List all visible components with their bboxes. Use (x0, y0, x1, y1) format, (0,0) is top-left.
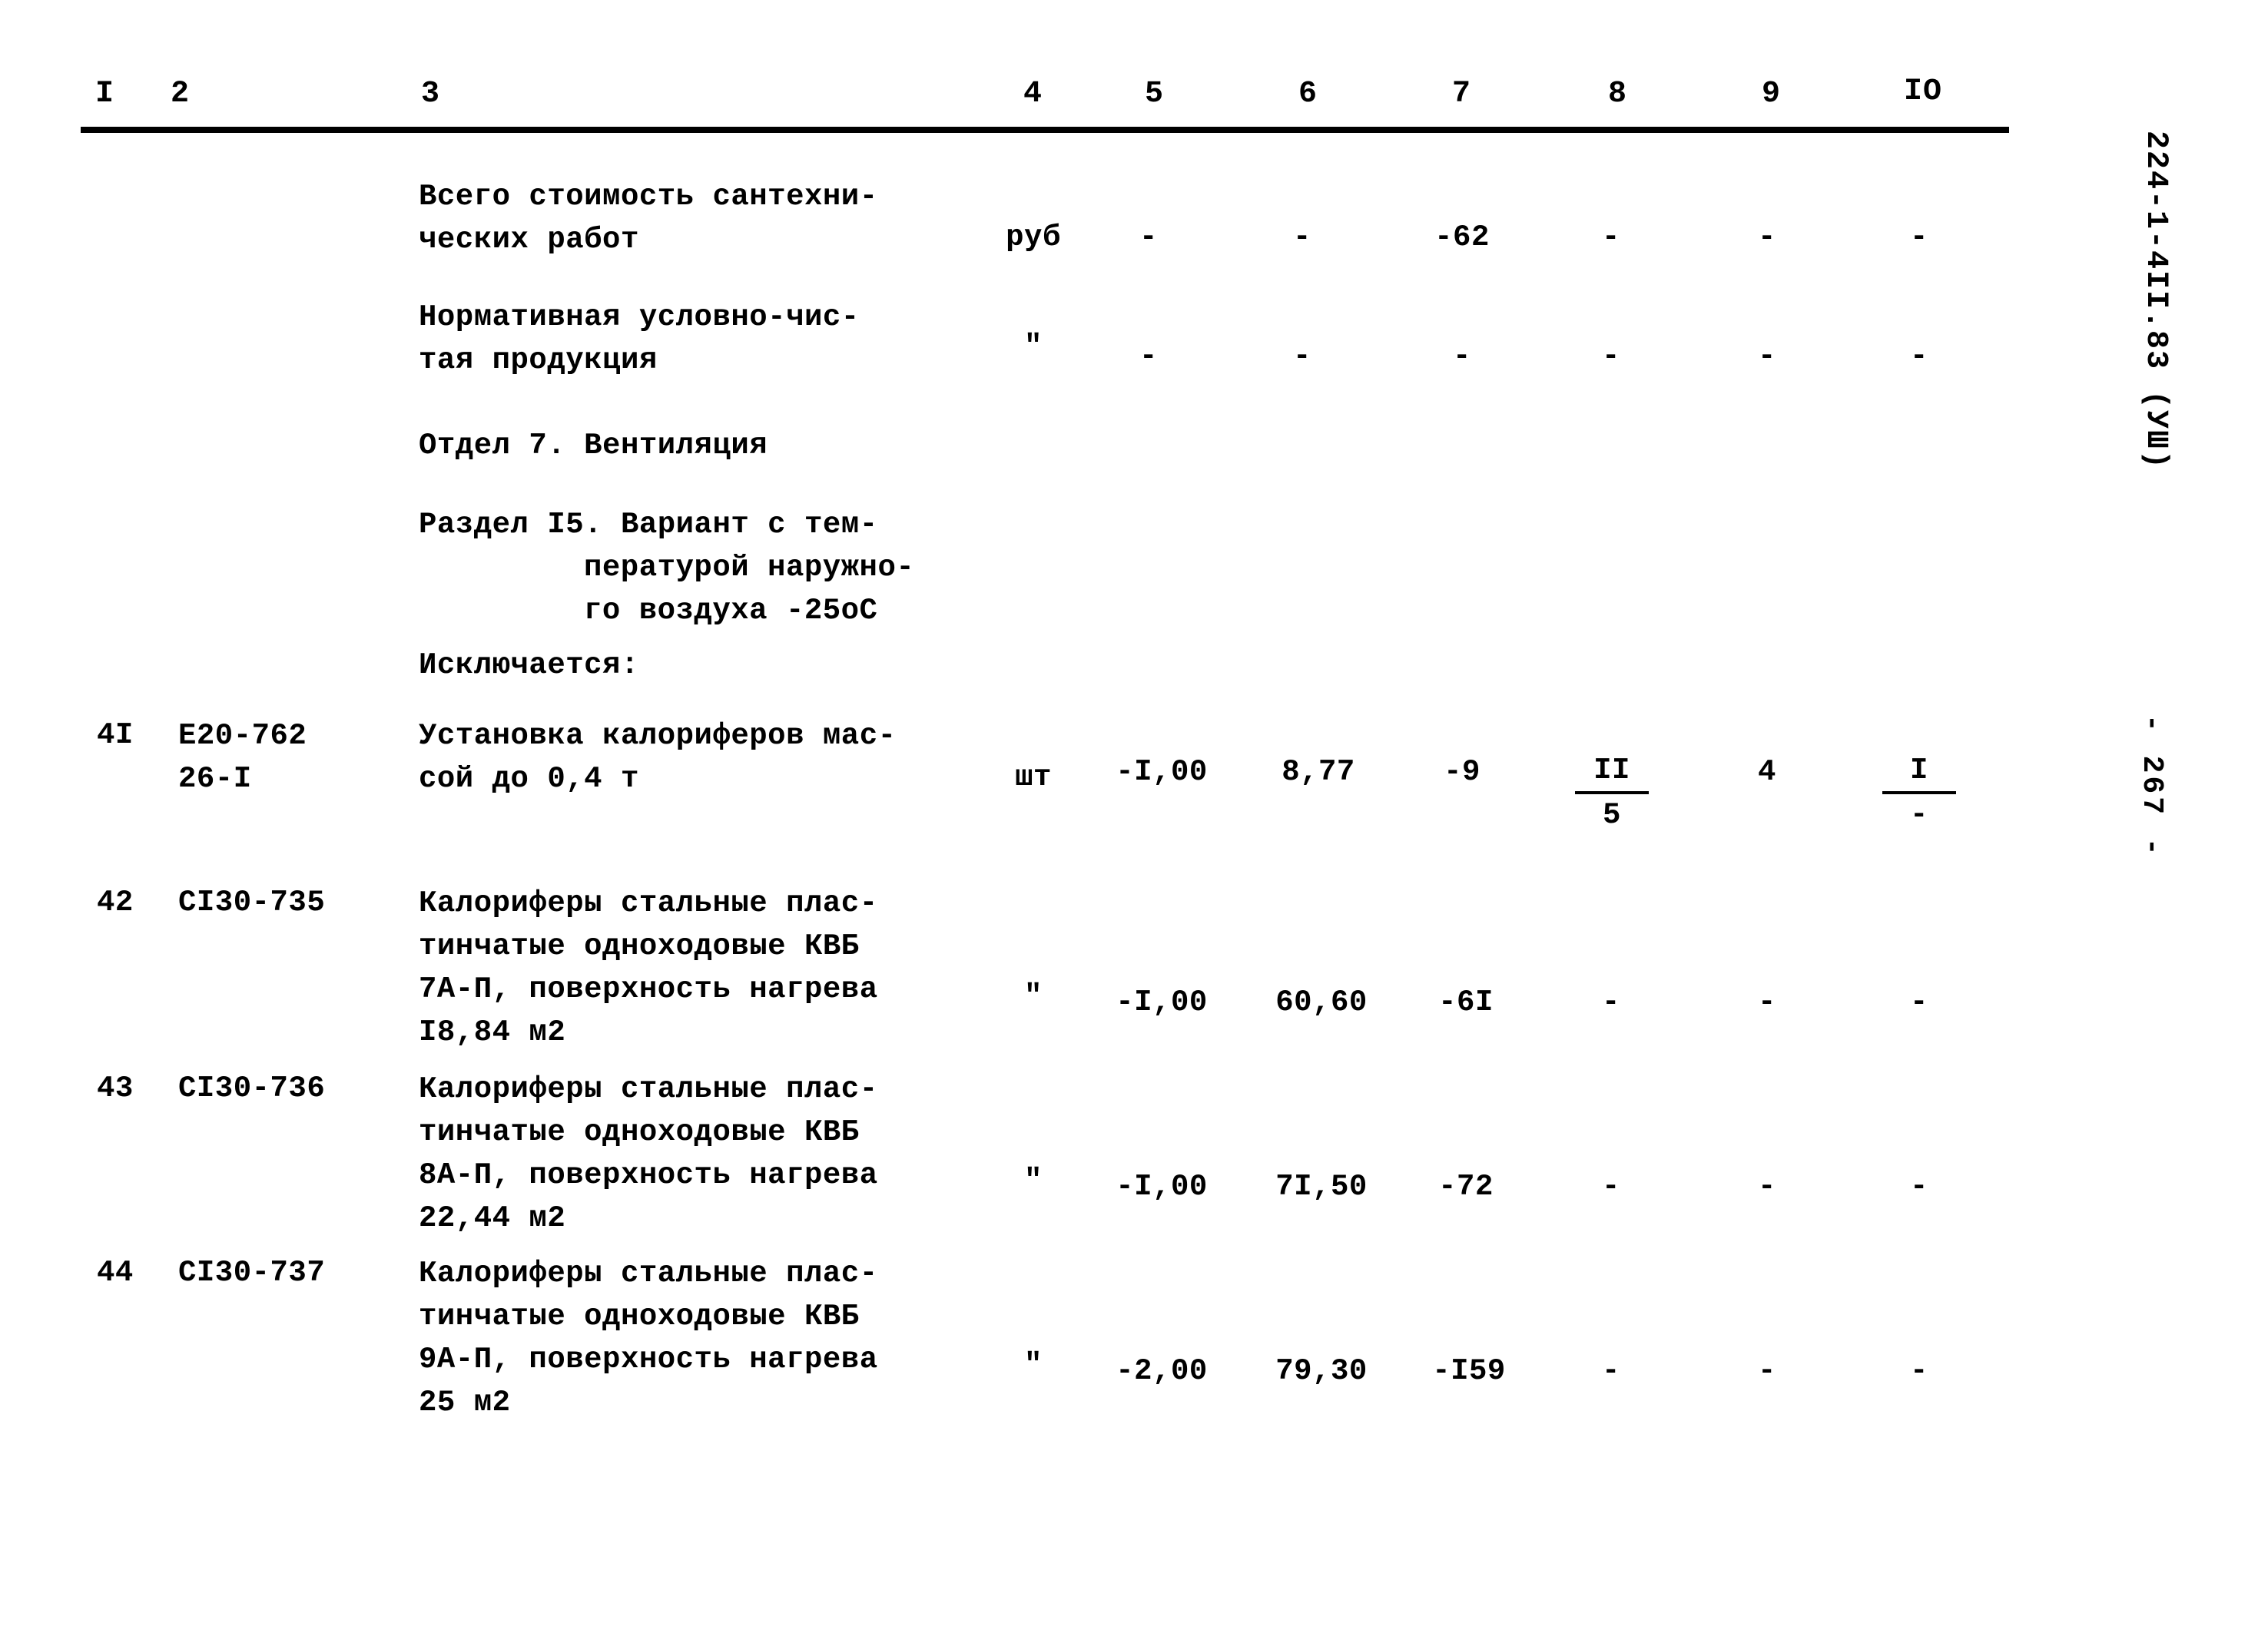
row-value-col6: 8,77 (1282, 755, 1355, 789)
section-heading-otdel: Отдел 7. Вентиляция (419, 429, 768, 462)
subheading-excluded: Исключается: (419, 648, 639, 682)
row-code: СI30-736 (178, 1072, 326, 1105)
row-value-col9: - (1758, 1354, 1776, 1388)
row-value-col5: -2,00 (1116, 1354, 1208, 1388)
row-value-col5: -I,00 (1116, 985, 1208, 1019)
column-header-7: 7 (1452, 77, 1472, 111)
header-divider-rule (81, 127, 2009, 133)
column-header-2: 2 (171, 77, 191, 111)
row-unit: шт (1015, 760, 1052, 794)
row-value-col10-fraction: I - (1882, 751, 1956, 834)
row-unit: " (1024, 330, 1043, 363)
row-description: Всего стоимость сантехни- ческих работ (419, 180, 878, 257)
row-code: Е20-762 26-I (178, 719, 307, 796)
row-value-col8: - (1602, 340, 1620, 373)
fraction-denominator: - (1910, 798, 1928, 832)
column-header-9: 9 (1762, 77, 1782, 111)
row-description: Нормативная условно-чис- тая продукция (419, 300, 860, 377)
column-header-6: 6 (1298, 77, 1318, 111)
row-value-col5: - (1139, 220, 1158, 254)
column-header-4: 4 (1023, 77, 1043, 111)
row-number: 44 (97, 1256, 134, 1290)
row-value-col10: - (1910, 340, 1928, 373)
row-unit: " (1024, 1164, 1043, 1197)
row-unit: руб (1006, 220, 1061, 254)
row-value-col5: - (1139, 340, 1158, 373)
column-header-3: 3 (421, 77, 441, 111)
row-number: 42 (97, 886, 134, 919)
column-header-8: 8 (1608, 77, 1628, 111)
row-description: Калориферы стальные плас- тинчатые однох… (419, 886, 878, 1049)
row-value-col10: - (1910, 1170, 1928, 1204)
row-value-col7: -6I (1438, 985, 1494, 1019)
section-heading-razdel-continuation: пературой наружно- го воздуха -25оС (584, 551, 915, 628)
row-value-col6: 79,30 (1275, 1354, 1368, 1388)
row-value-col8: - (1602, 1170, 1620, 1204)
row-description: Калориферы стальные плас- тинчатые однох… (419, 1072, 878, 1235)
row-description: Калориферы стальные плас- тинчатые однох… (419, 1257, 878, 1419)
fraction-denominator: 5 (1603, 798, 1621, 832)
row-value-col7: -I59 (1432, 1354, 1506, 1388)
row-value-col9: - (1758, 985, 1776, 1019)
row-value-col6: 60,60 (1275, 985, 1368, 1019)
row-description: Установка калориферов мас- сой до 0,4 т (419, 719, 897, 796)
column-header-1: I (95, 77, 115, 111)
row-number: 43 (97, 1072, 134, 1105)
row-value-col7: -72 (1438, 1170, 1494, 1204)
column-header-10: IO (1904, 75, 1943, 109)
row-value-col8: - (1602, 1354, 1620, 1388)
row-value-col5: -I,00 (1116, 1170, 1208, 1204)
fraction-numerator: I (1882, 751, 1956, 794)
row-value-col9: 4 (1758, 755, 1776, 789)
row-value-col9: - (1758, 340, 1776, 373)
section-heading-razdel: Раздел I5. Вариант с тем- (419, 508, 878, 542)
row-value-col9: - (1758, 220, 1776, 254)
row-value-col8: - (1602, 985, 1620, 1019)
row-number: 4I (97, 718, 134, 752)
document-page: I 2 3 4 5 6 7 8 9 IO Всего стоимость сан… (0, 0, 2268, 1633)
row-code: СI30-737 (178, 1256, 326, 1290)
row-unit: " (1024, 1348, 1043, 1382)
row-value-col10: - (1910, 220, 1928, 254)
row-value-col6: - (1293, 220, 1311, 254)
row-value-col10: - (1910, 1354, 1928, 1388)
document-code-vertical: 224-1-4II.83 (УШ) (2138, 131, 2173, 471)
row-code: СI30-735 (178, 886, 326, 919)
column-header-5: 5 (1145, 77, 1165, 111)
row-value-col8: - (1602, 220, 1620, 254)
row-value-col9: - (1758, 1170, 1776, 1204)
row-value-col5: -I,00 (1116, 755, 1208, 789)
row-unit: " (1024, 979, 1043, 1013)
fraction-numerator: II (1575, 751, 1649, 794)
row-value-col7: -62 (1434, 220, 1490, 254)
page-number-vertical: - 267 - (2135, 714, 2168, 859)
row-value-col6: 7I,50 (1275, 1170, 1368, 1204)
row-value-col7: - (1453, 340, 1471, 373)
row-value-col7: -9 (1444, 755, 1480, 789)
row-value-col6: - (1293, 340, 1311, 373)
row-value-col8-fraction: II 5 (1575, 751, 1649, 834)
row-value-col10: - (1910, 985, 1928, 1019)
